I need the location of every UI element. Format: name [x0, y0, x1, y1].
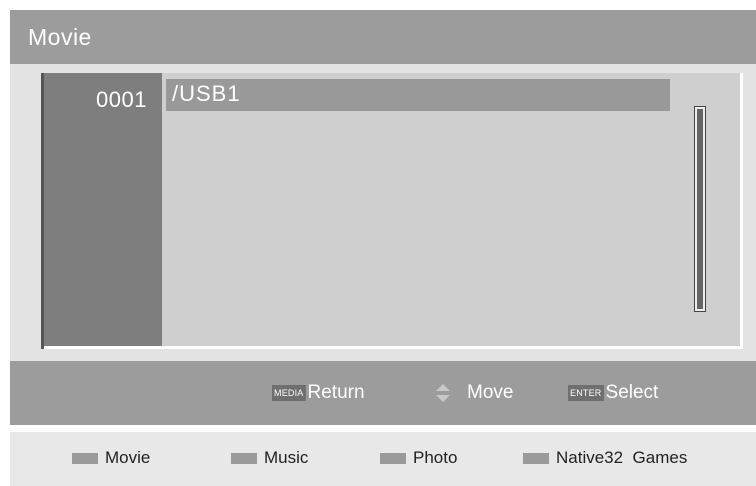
move-label: Move	[467, 382, 514, 403]
list-item[interactable]: /USB1	[166, 79, 670, 111]
tab-native32-games[interactable]: Native32 Games	[523, 448, 688, 467]
title-bar: Movie	[10, 10, 756, 64]
help-bar: MEDIA Return Move ENTER Select	[10, 361, 756, 425]
tab-color-swatch	[523, 452, 549, 464]
scroll-thumb[interactable]	[697, 109, 703, 309]
media-key-badge: MEDIA	[272, 385, 306, 401]
tab-color-swatch	[72, 452, 98, 464]
tab-movie[interactable]: Movie	[72, 448, 151, 467]
return-hint[interactable]: MEDIA Return	[272, 382, 365, 404]
scrollbar[interactable]	[694, 106, 706, 312]
tab-color-swatch	[231, 452, 257, 464]
enter-key-badge: ENTER	[568, 385, 604, 401]
tab-label: Movie	[105, 448, 151, 467]
tab-photo[interactable]: Photo	[380, 448, 458, 467]
file-list: /USB1	[162, 73, 740, 346]
media-player-screen: Movie 0001 /USB1 MEDIA Return Move ENTER…	[10, 10, 756, 425]
select-hint[interactable]: ENTER Select	[568, 382, 658, 404]
move-hint[interactable]: Move	[435, 382, 513, 404]
select-label: Select	[605, 382, 659, 403]
page-title: Movie	[28, 24, 92, 50]
up-down-arrows-icon	[436, 384, 450, 402]
item-index: 0001	[96, 87, 147, 112]
file-browser: 0001 /USB1	[41, 73, 743, 349]
media-tab-bar: Movie Music Photo Native32 Games	[10, 432, 756, 486]
tab-label: Native32 Games	[556, 448, 688, 467]
tab-label: Photo	[413, 448, 458, 467]
tab-music[interactable]: Music	[231, 448, 309, 467]
tab-color-swatch	[380, 452, 406, 464]
tab-label: Music	[264, 448, 309, 467]
list-item-label: /USB1	[172, 81, 241, 106]
return-label: Return	[307, 382, 365, 403]
index-column: 0001	[44, 73, 162, 346]
